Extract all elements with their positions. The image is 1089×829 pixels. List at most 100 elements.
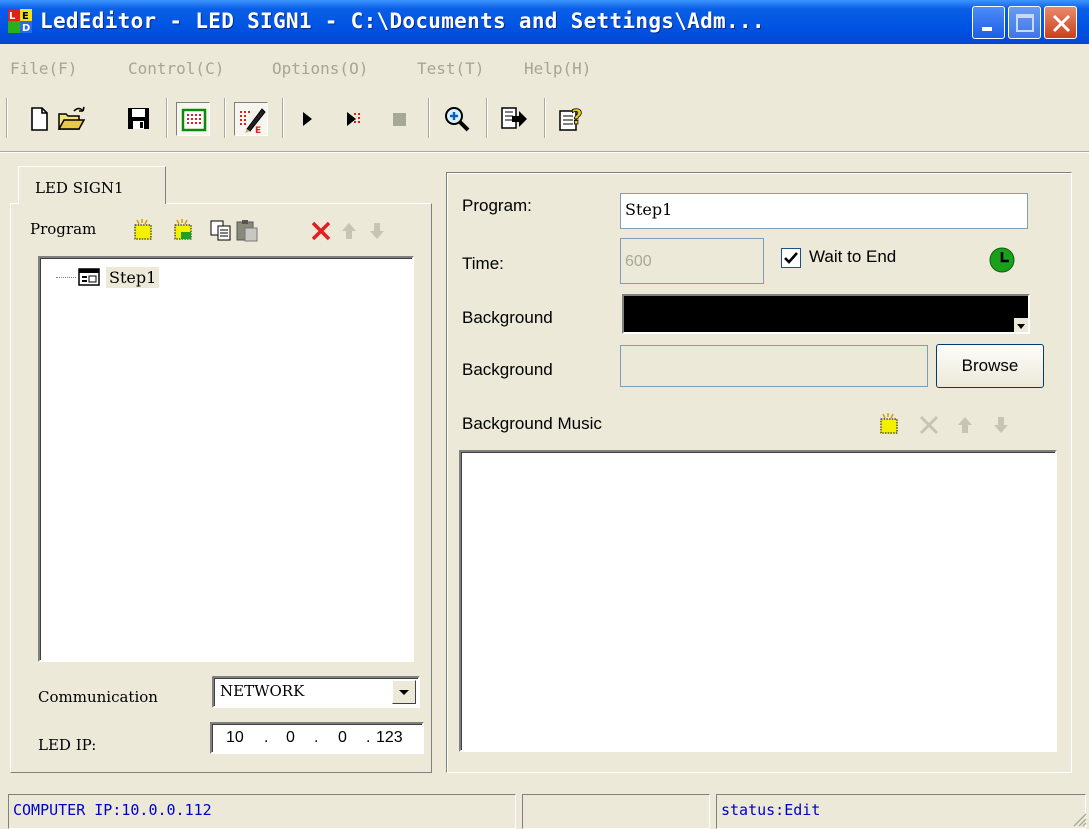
tree-item-step1[interactable]: Step1 — [56, 264, 160, 290]
step-icon — [78, 268, 100, 286]
communication-value: NETWORK — [220, 682, 305, 700]
play-button[interactable] — [290, 102, 324, 136]
communication-label: Communication — [38, 688, 158, 706]
ip-dot: . — [264, 729, 269, 746]
menu-help[interactable]: Help(H) — [524, 59, 591, 78]
maximize-icon — [1016, 14, 1034, 32]
chevron-down-icon — [1017, 324, 1025, 329]
arrow-up-icon — [342, 223, 356, 239]
copy-button[interactable] — [208, 218, 234, 244]
music-down-button[interactable] — [988, 412, 1014, 438]
background-color-select[interactable] — [622, 294, 1030, 334]
add-program-button[interactable] — [130, 218, 156, 244]
clock-icon[interactable] — [988, 246, 1016, 274]
time-input[interactable]: 600 — [620, 238, 764, 284]
ip-octet-3: 0 — [338, 729, 347, 746]
program-name-label: Program: — [462, 196, 532, 215]
zoom-button[interactable] — [440, 102, 474, 136]
status-middle — [522, 794, 710, 829]
play-icon — [303, 112, 312, 126]
save-icon — [128, 108, 149, 129]
status-state: status:Edit — [716, 794, 1086, 829]
program-name-input[interactable]: Step1 — [620, 193, 1028, 229]
arrow-up-icon — [958, 417, 972, 433]
toolbar-separator — [544, 98, 546, 138]
svg-text:E: E — [255, 126, 261, 136]
resize-grip-icon[interactable] — [1071, 811, 1087, 827]
save-button[interactable] — [122, 102, 156, 136]
arrow-down-icon — [370, 223, 384, 239]
background-image-label: Background — [462, 360, 553, 379]
program-tree[interactable]: Step1 — [38, 256, 414, 662]
background-image-input[interactable] — [620, 345, 928, 387]
stop-button[interactable] — [382, 102, 416, 136]
wait-to-end-checkbox[interactable] — [781, 248, 801, 268]
move-up-button[interactable] — [336, 218, 362, 244]
toolbar-grip — [6, 98, 8, 138]
svg-text:?: ? — [571, 105, 583, 129]
stop-icon — [393, 113, 406, 126]
communication-dropdown-button[interactable] — [392, 680, 416, 704]
zoom-in-icon — [445, 107, 470, 132]
led-app-icon: L E D — [8, 9, 32, 33]
toolbar-separator — [224, 98, 226, 138]
background-music-label: Background Music — [462, 414, 602, 433]
move-down-button[interactable] — [364, 218, 390, 244]
led-ip-label: LED IP: — [38, 736, 97, 754]
status-bar: COMPUTER IP:10.0.0.112 status:Edit — [0, 790, 1089, 829]
toolbar-separator — [486, 98, 488, 138]
add-step-button[interactable] — [170, 218, 196, 244]
minimize-button[interactable] — [972, 6, 1005, 39]
ip-octet-4: 123 — [376, 729, 403, 746]
delete-icon — [311, 221, 331, 241]
chevron-down-icon — [399, 690, 409, 695]
menu-options[interactable]: Options(O) — [272, 59, 368, 78]
close-button[interactable] — [1044, 6, 1077, 39]
ip-octet-1: 10 — [226, 729, 244, 746]
copy-icon — [210, 220, 231, 241]
play-step-icon — [347, 112, 360, 126]
browse-button[interactable]: Browse — [936, 344, 1044, 388]
led-ip-input[interactable]: 10 . 0 . 0 . 123 — [210, 722, 424, 754]
communication-select[interactable]: NETWORK — [212, 676, 420, 708]
new-step-icon — [174, 219, 192, 240]
svg-text:E: E — [22, 11, 29, 22]
tab-led-sign1[interactable]: LED SIGN1 — [18, 166, 166, 204]
status-computer-ip: COMPUTER IP:10.0.0.112 — [8, 794, 516, 829]
new-button[interactable] — [22, 102, 56, 136]
new-program-icon — [134, 219, 152, 240]
new-file-icon — [31, 107, 48, 131]
toolbar-separator — [166, 98, 168, 138]
music-up-button[interactable] — [952, 412, 978, 438]
add-music-button[interactable] — [876, 412, 902, 438]
tree-connector — [56, 276, 76, 278]
menu-control[interactable]: Control(C) — [128, 59, 224, 78]
menu-file[interactable]: File(F) — [10, 59, 77, 78]
led-screen-button[interactable] — [176, 102, 210, 136]
color-dropdown-button[interactable] — [1014, 318, 1028, 332]
minimize-icon — [982, 27, 992, 31]
time-label: Time: — [462, 254, 504, 273]
toolbar-separator — [282, 98, 284, 138]
svg-text:D: D — [22, 23, 30, 33]
export-icon — [501, 107, 527, 129]
close-icon — [1052, 14, 1071, 33]
open-button[interactable] — [54, 102, 88, 136]
edit-button[interactable]: E — [234, 102, 268, 136]
maximize-button[interactable] — [1008, 6, 1041, 39]
play-step-button[interactable] — [336, 102, 370, 136]
delete-music-button[interactable] — [916, 412, 942, 438]
delete-icon — [919, 415, 939, 435]
tree-item-label: Step1 — [106, 266, 160, 288]
export-button[interactable] — [496, 102, 530, 136]
title-bar[interactable]: L E D LedEditor - LED SIGN1 - C:\Documen… — [0, 0, 1089, 44]
help-button[interactable]: ? — [554, 102, 588, 136]
background-color-label: Background — [462, 308, 553, 327]
menu-test[interactable]: Test(T) — [417, 59, 484, 78]
paste-icon — [236, 220, 258, 242]
delete-button[interactable] — [308, 218, 334, 244]
new-music-icon — [880, 413, 898, 434]
checkmark-icon — [784, 252, 798, 264]
background-music-list[interactable] — [459, 450, 1057, 752]
paste-button[interactable] — [234, 218, 260, 244]
